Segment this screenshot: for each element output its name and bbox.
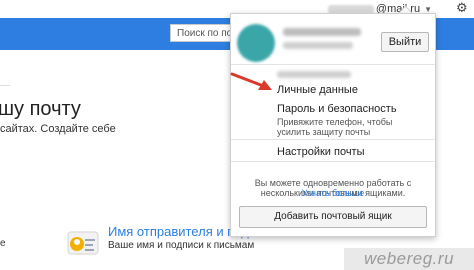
learn-more-link[interactable]: Узнать больше: [231, 188, 435, 198]
menu-item-mail-settings[interactable]: Настройки почты: [277, 146, 365, 158]
signature-icon: [67, 231, 99, 255]
sender-settings-subtitle: Ваше имя и подписи к письмам: [108, 240, 255, 251]
partial-text: е: [0, 238, 6, 249]
divider: [231, 161, 435, 162]
masked-user-email: [283, 42, 353, 49]
menu-item-personal-data[interactable]: Личные данные: [277, 84, 358, 96]
avatar: [237, 24, 275, 62]
promo-subtitle: сайтах. Создайте себе: [0, 123, 116, 135]
masked-menu-item[interactable]: [277, 71, 351, 78]
divider: [231, 64, 435, 65]
watermark: webereg.ru: [344, 248, 474, 270]
menu-item-password-security[interactable]: Пароль и безопасность: [277, 103, 397, 115]
pointer-arrow-icon: [230, 72, 272, 90]
account-dropdown: Выйти Личные данные Пароль и безопасност…: [230, 13, 436, 237]
divider: [0, 85, 10, 86]
masked-user-name: [283, 28, 361, 36]
add-mailbox-button[interactable]: Добавить почтовый ящик: [239, 206, 427, 228]
promo-heading: шу почту: [0, 98, 81, 120]
security-note: Привяжите телефон, чтобы усилить защиту …: [277, 117, 393, 137]
divider: [231, 139, 435, 140]
logout-button[interactable]: Выйти: [381, 32, 429, 52]
gear-icon[interactable]: ⚙: [456, 1, 470, 15]
